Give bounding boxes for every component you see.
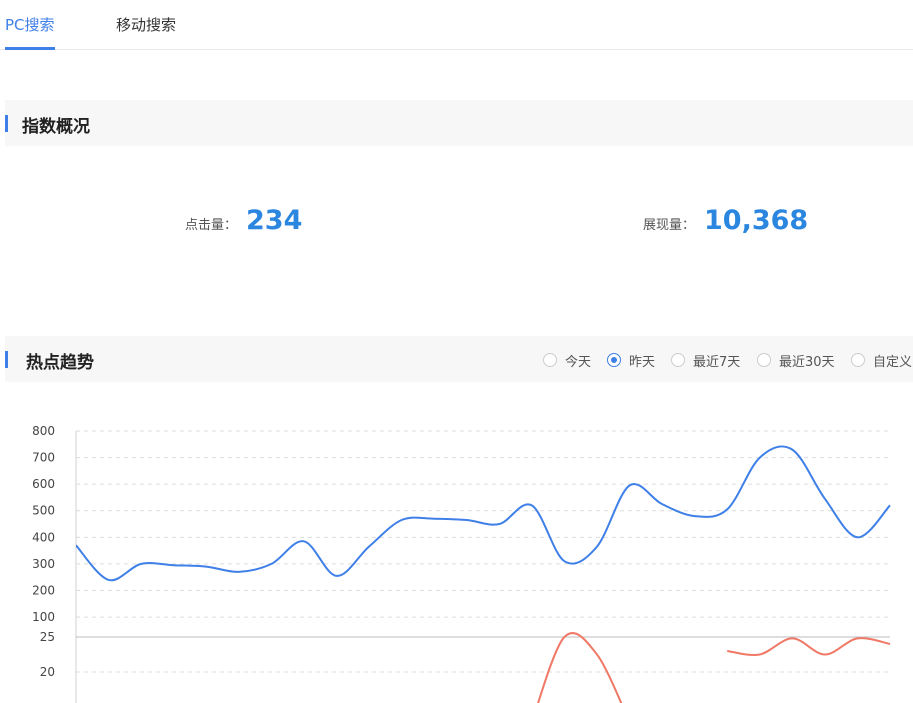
trend-chart: 800 700 600 500 400 300 200 100 25 20 bbox=[32, 424, 891, 703]
radio-icon[interactable] bbox=[543, 353, 557, 367]
range-option-custom[interactable]: 自定义 bbox=[851, 351, 913, 370]
radio-selected-icon[interactable] bbox=[607, 353, 621, 367]
overview-title: 指数概况 bbox=[22, 117, 90, 137]
range-label: 今天 bbox=[565, 354, 592, 370]
y-tick-label: 600 bbox=[32, 477, 55, 491]
search-type-tabs: PC搜索 移动搜索 bbox=[0, 0, 913, 50]
radio-icon[interactable] bbox=[671, 353, 685, 367]
y-tick-label: 500 bbox=[32, 504, 55, 518]
y-tick-label: 300 bbox=[32, 557, 55, 571]
section-marker bbox=[5, 351, 8, 368]
series-line-clicks bbox=[537, 632, 623, 703]
range-option-yesterday[interactable]: 昨天 bbox=[607, 351, 656, 370]
range-label: 昨天 bbox=[629, 354, 656, 370]
range-option-7days[interactable]: 最近7天 bbox=[671, 351, 741, 370]
overview-section-header: 指数概况 bbox=[5, 100, 913, 146]
y-tick-label: 700 bbox=[32, 451, 55, 465]
trend-title: 热点趋势 bbox=[26, 353, 94, 373]
clicks-label: 点击量： bbox=[185, 218, 238, 233]
y-tick-label: 800 bbox=[32, 424, 55, 438]
range-option-today[interactable]: 今天 bbox=[543, 351, 592, 370]
series-line-clicks bbox=[727, 637, 891, 656]
y-tick-label: 400 bbox=[32, 530, 55, 544]
y-tick-label: 25 bbox=[40, 630, 55, 644]
impressions-metric: 展现量： 10,368 bbox=[643, 205, 808, 236]
y-tick-label: 20 bbox=[40, 665, 55, 679]
tab-mobile-search[interactable]: 移动搜索 bbox=[116, 14, 176, 50]
section-marker bbox=[5, 115, 8, 132]
clicks-metric: 点击量： 234 bbox=[185, 205, 302, 236]
radio-icon[interactable] bbox=[757, 353, 771, 367]
range-label: 自定义 bbox=[873, 354, 913, 370]
range-label: 最近30天 bbox=[779, 354, 835, 370]
y-tick-label: 100 bbox=[32, 610, 55, 624]
tab-pc-search[interactable]: PC搜索 bbox=[5, 14, 55, 50]
series-line-impressions bbox=[76, 445, 891, 582]
y-tick-label: 200 bbox=[32, 583, 55, 597]
range-option-30days[interactable]: 最近30天 bbox=[757, 351, 835, 370]
impressions-label: 展现量： bbox=[643, 218, 696, 233]
impressions-value: 10,368 bbox=[704, 205, 809, 236]
radio-icon[interactable] bbox=[851, 353, 865, 367]
clicks-value: 234 bbox=[246, 205, 303, 236]
range-label: 最近7天 bbox=[693, 354, 741, 370]
